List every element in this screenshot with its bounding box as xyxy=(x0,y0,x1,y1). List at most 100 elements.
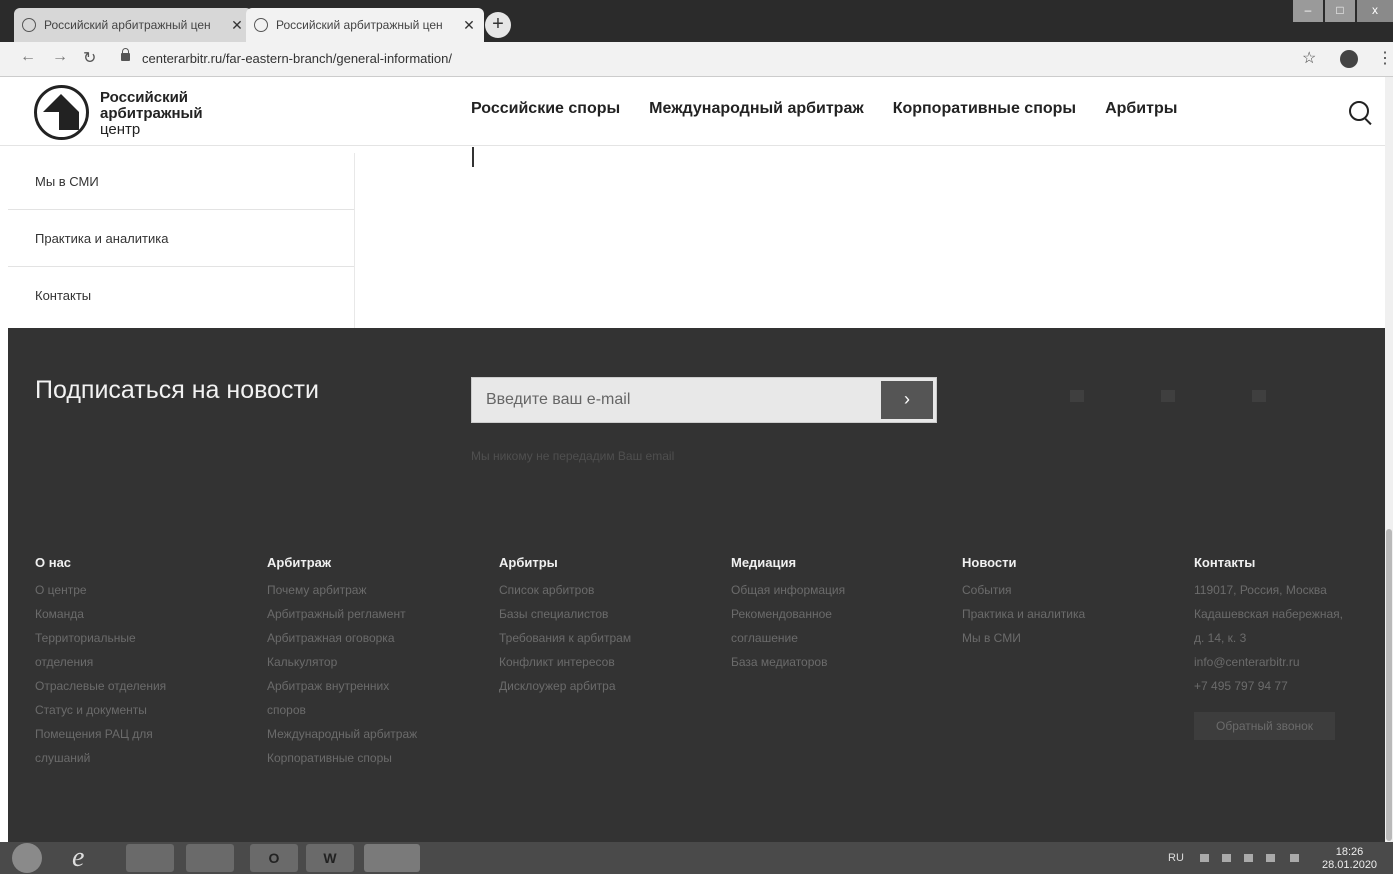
footer-link[interactable]: База медиаторов xyxy=(731,650,951,674)
system-clock[interactable]: 18:26 28.01.2020 xyxy=(1322,846,1377,872)
site-favicon-icon xyxy=(22,18,36,32)
footer-link[interactable]: Рекомендованное xyxy=(731,602,951,626)
nav-international-arbitration[interactable]: Международный арбитраж xyxy=(649,100,864,118)
facebook-icon[interactable] xyxy=(1070,390,1084,402)
footer-column-heading[interactable]: О нас xyxy=(35,555,255,570)
back-arrow-icon[interactable]: ← xyxy=(20,48,36,66)
footer-column-heading[interactable]: Арбитры xyxy=(499,555,719,570)
volume-icon[interactable] xyxy=(1290,854,1299,862)
subscribe-form: › xyxy=(471,377,937,423)
footer-link[interactable]: Помещения РАЦ для xyxy=(35,722,255,746)
contact-email[interactable]: info@centerarbitr.ru xyxy=(1194,650,1379,674)
close-tab-icon[interactable]: ✕ xyxy=(230,17,244,34)
media-player-icon[interactable] xyxy=(186,844,234,872)
footer-link[interactable]: Статус и документы xyxy=(35,698,255,722)
callback-button[interactable]: Обратный звонок xyxy=(1194,712,1336,740)
youtube-icon[interactable] xyxy=(1161,390,1175,402)
subscribe-title: Подписаться на новости xyxy=(35,376,319,404)
footer-link[interactable]: Арбитражный регламент xyxy=(267,602,487,626)
footer-link[interactable]: Отраслевые отделения xyxy=(35,674,255,698)
brand-line: центр xyxy=(100,121,141,138)
browser-toolbar: ← → ↻ centerarbitr.ru/far-eastern-branch… xyxy=(0,42,1393,77)
flag-icon[interactable] xyxy=(1200,854,1209,862)
nav-arbitrators[interactable]: Арбитры xyxy=(1105,100,1177,118)
footer-column-arbitrators: Арбитры Список арбитров Базы специалисто… xyxy=(499,555,719,698)
bookmark-star-icon[interactable]: ☆ xyxy=(1302,48,1316,68)
site-logo-icon[interactable] xyxy=(34,85,89,140)
footer-link[interactable]: Команда xyxy=(35,602,255,626)
new-tab-button[interactable]: + xyxy=(485,12,511,38)
page-scrollbar[interactable] xyxy=(1385,77,1393,842)
footer-column-heading[interactable]: Арбитраж xyxy=(267,555,487,570)
app-tray-icon[interactable] xyxy=(1244,854,1253,862)
footer-link[interactable]: Практика и аналитика xyxy=(962,602,1182,626)
nav-russian-disputes[interactable]: Российские споры xyxy=(471,100,620,118)
footer-link[interactable]: Список арбитров xyxy=(499,578,719,602)
site-header: Российский арбитражный центр Российские … xyxy=(0,77,1393,146)
address-bar[interactable]: centerarbitr.ru/far-eastern-branch/gener… xyxy=(142,51,452,66)
footer-link[interactable]: О центре xyxy=(35,578,255,602)
footer-link[interactable]: Дисклоужер арбитра xyxy=(499,674,719,698)
footer-link[interactable]: слушаний xyxy=(35,746,255,770)
footer-link[interactable]: Конфликт интересов xyxy=(499,650,719,674)
tab-title: Российский арбитражный цен xyxy=(276,18,443,32)
main-nav: Российские споры Международный арбитраж … xyxy=(471,100,1177,118)
footer-link[interactable]: Территориальные xyxy=(35,626,255,650)
nav-corporate-disputes[interactable]: Корпоративные споры xyxy=(893,100,1076,118)
file-explorer-icon[interactable] xyxy=(126,844,174,872)
contact-phone[interactable]: +7 495 797 94 77 xyxy=(1194,674,1379,698)
start-button[interactable] xyxy=(12,843,42,873)
network-icon[interactable] xyxy=(1222,854,1231,862)
footer-column-heading[interactable]: Новости xyxy=(962,555,1182,570)
chrome-icon[interactable] xyxy=(364,844,420,872)
subscribe-submit-button[interactable]: › xyxy=(881,381,933,419)
reload-icon[interactable]: ↻ xyxy=(83,48,96,68)
footer-link[interactable]: споров xyxy=(267,698,487,722)
brand-line: арбитражный xyxy=(100,105,203,122)
clock-date: 28.01.2020 xyxy=(1322,859,1378,871)
footer-link[interactable]: Почему арбитраж xyxy=(267,578,487,602)
site-brand[interactable]: Российский арбитражный центр xyxy=(100,90,203,138)
maximize-button[interactable]: □ xyxy=(1325,0,1355,22)
sidebar-item-practice[interactable]: Практика и аналитика xyxy=(8,210,354,267)
footer-link[interactable]: Корпоративные споры xyxy=(267,746,487,770)
os-taskbar: e O W RU 18:26 28.01.2020 xyxy=(0,842,1393,874)
forward-arrow-icon[interactable]: → xyxy=(52,48,68,66)
close-window-button[interactable]: x xyxy=(1357,0,1393,22)
footer-link[interactable]: отделения xyxy=(35,650,255,674)
minimize-button[interactable]: – xyxy=(1293,0,1323,22)
footer-column-heading[interactable]: Медиация xyxy=(731,555,951,570)
contact-address: Кадашевская набережная, xyxy=(1194,607,1343,621)
footer-link[interactable]: Арбитраж внутренних xyxy=(267,674,487,698)
footer-link[interactable]: Калькулятор xyxy=(267,650,487,674)
browser-tab-2[interactable]: Российский арбитражный цен ✕ xyxy=(246,8,484,42)
display-icon[interactable] xyxy=(1266,854,1275,862)
footer-link[interactable]: События xyxy=(962,578,1182,602)
footer-link[interactable]: Международный арбитраж xyxy=(267,722,487,746)
sidebar-item-contacts[interactable]: Контакты xyxy=(8,267,354,324)
footer-link[interactable]: Базы специалистов xyxy=(499,602,719,626)
text-cursor xyxy=(472,147,474,167)
footer-link[interactable]: Мы в СМИ xyxy=(962,626,1182,650)
footer-link[interactable]: Требования к арбитрам xyxy=(499,626,719,650)
language-indicator[interactable]: RU xyxy=(1168,852,1184,864)
close-tab-icon[interactable]: ✕ xyxy=(462,17,476,34)
scrollbar-thumb[interactable] xyxy=(1386,529,1392,841)
sidebar-item-media[interactable]: Мы в СМИ xyxy=(8,153,354,210)
email-input[interactable] xyxy=(472,378,877,422)
footer-column-heading[interactable]: Контакты xyxy=(1194,555,1379,570)
profile-icon[interactable] xyxy=(1340,50,1358,68)
outlook-icon[interactable]: O xyxy=(250,844,298,872)
word-icon[interactable]: W xyxy=(306,844,354,872)
lock-icon xyxy=(121,48,130,61)
telegram-icon[interactable] xyxy=(1252,390,1266,402)
footer-link[interactable]: Арбитражная оговорка xyxy=(267,626,487,650)
search-icon[interactable] xyxy=(1349,101,1369,121)
footer-link[interactable]: соглашение xyxy=(731,626,951,650)
footer-link[interactable]: Общая информация xyxy=(731,578,951,602)
sidebar-menu: Мы в СМИ Практика и аналитика Контакты xyxy=(8,153,355,328)
footer-column-contacts: Контакты 119017, Россия, Москва Кадашевс… xyxy=(1194,555,1379,740)
browser-tab-1[interactable]: Российский арбитражный цен ✕ xyxy=(14,8,252,42)
browser-menu-icon[interactable]: ⋮ xyxy=(1377,48,1393,68)
internet-explorer-icon[interactable]: e xyxy=(72,842,84,874)
